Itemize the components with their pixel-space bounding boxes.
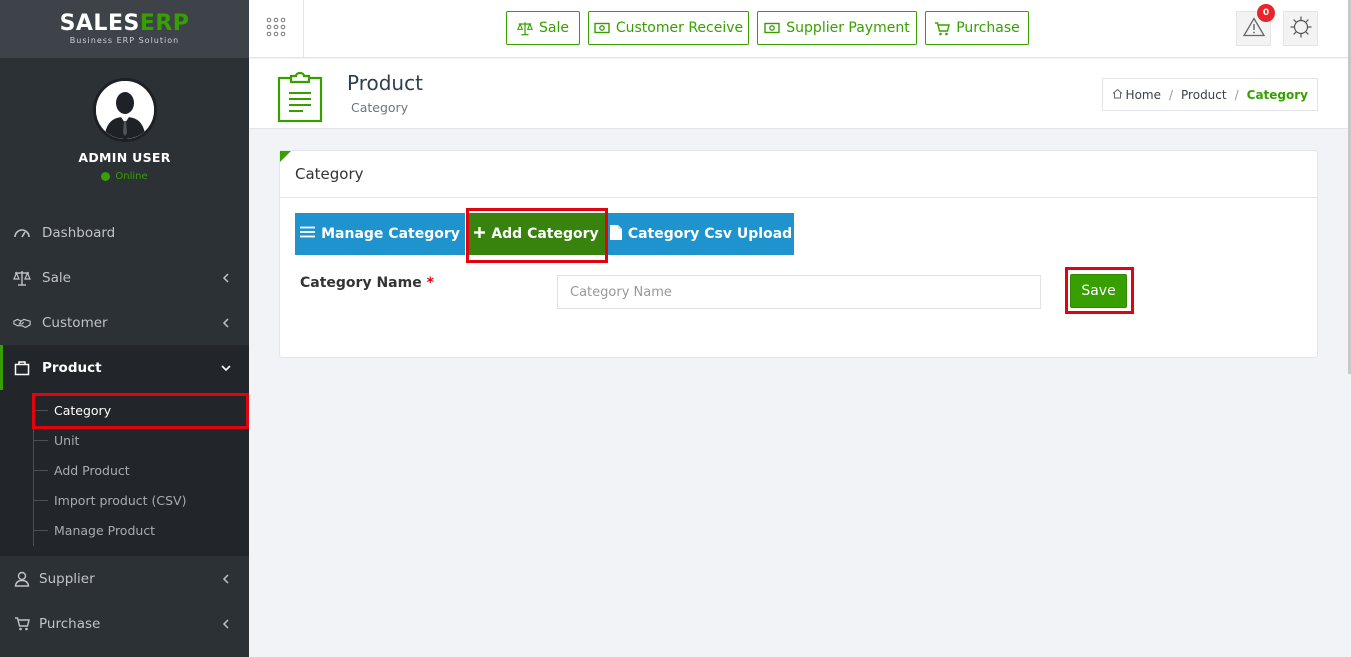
submenu-dash bbox=[34, 530, 48, 531]
submenu-item-manage-product[interactable]: Manage Product bbox=[0, 515, 249, 545]
scale-icon bbox=[517, 20, 533, 36]
quick-customer-receive-button[interactable]: Customer Receive bbox=[588, 11, 749, 45]
page-subtitle: Category bbox=[351, 100, 409, 115]
user-status-label: Online bbox=[115, 171, 148, 182]
chevron-left-icon bbox=[221, 573, 231, 584]
quick-purchase-button[interactable]: Purchase bbox=[925, 11, 1029, 45]
scale-icon bbox=[13, 269, 31, 287]
category-panel: Category Manage Category Add Category Ca… bbox=[279, 150, 1318, 358]
topbar: Sale Customer Receive Supplier Payment P… bbox=[249, 0, 1351, 58]
chevron-left-icon bbox=[221, 317, 231, 328]
sidebar-item-purchase[interactable]: Purchase bbox=[0, 601, 249, 646]
cart-icon bbox=[934, 20, 951, 36]
menu-grid-button[interactable] bbox=[249, 0, 304, 58]
sidebar-item-label: Product bbox=[42, 359, 102, 376]
tab-add-category[interactable]: Add Category bbox=[468, 213, 605, 255]
chevron-down-icon bbox=[221, 363, 231, 373]
panel-heading: Category bbox=[280, 151, 1317, 198]
submenu-dash bbox=[34, 470, 48, 471]
bag-icon bbox=[13, 359, 31, 377]
submenu-item-category[interactable]: Category bbox=[0, 395, 249, 425]
cart-icon bbox=[13, 615, 31, 633]
logo[interactable]: SALESERP Business ERP Solution bbox=[0, 0, 249, 58]
plus-icon bbox=[474, 226, 486, 242]
submenu-item-label: Add Product bbox=[54, 462, 130, 478]
sidebar-item-customer[interactable]: Customer bbox=[0, 300, 249, 345]
money-icon bbox=[764, 20, 780, 36]
tab-label: Add Category bbox=[491, 226, 599, 242]
grid-dots-icon bbox=[265, 16, 287, 42]
submenu-dash bbox=[34, 410, 48, 411]
dashboard-icon bbox=[13, 224, 31, 242]
tab-category-csv-upload[interactable]: Category Csv Upload bbox=[608, 213, 794, 255]
notification-badge: 0 bbox=[1257, 4, 1275, 22]
sidebar: SALESERP Business ERP Solution ADMIN USE… bbox=[0, 0, 249, 657]
quick-button-label: Sale bbox=[539, 20, 569, 36]
submenu-item-label: Unit bbox=[54, 432, 80, 448]
submenu-dash bbox=[34, 440, 48, 441]
logo-tagline: Business ERP Solution bbox=[69, 36, 180, 45]
quick-button-label: Customer Receive bbox=[615, 20, 744, 36]
submenu-item-add-product[interactable]: Add Product bbox=[0, 455, 249, 485]
chevron-left-icon bbox=[221, 618, 231, 629]
user-status: Online bbox=[101, 171, 148, 182]
sidebar-item-label: Supplier bbox=[39, 570, 95, 587]
sidebar-item-sale[interactable]: Sale bbox=[0, 255, 249, 300]
user-panel: ADMIN USER Online bbox=[0, 58, 249, 198]
category-name-label-text: Category Name bbox=[300, 275, 422, 291]
sidebar-item-label: Customer bbox=[42, 314, 108, 331]
category-name-input[interactable] bbox=[557, 275, 1041, 309]
category-name-label: Category Name * bbox=[300, 275, 434, 291]
quick-button-label: Supplier Payment bbox=[786, 20, 910, 36]
quick-supplier-payment-button[interactable]: Supplier Payment bbox=[757, 11, 917, 45]
panel-corner-accent bbox=[280, 151, 291, 162]
tab-manage-category[interactable]: Manage Category bbox=[295, 213, 465, 255]
sidebar-item-label: Sale bbox=[42, 269, 71, 286]
quick-button-label: Purchase bbox=[956, 20, 1020, 36]
settings-button[interactable] bbox=[1283, 11, 1318, 46]
breadcrumb-home[interactable]: Home bbox=[1112, 88, 1161, 102]
breadcrumb-current: Category bbox=[1246, 87, 1308, 102]
breadcrumb-separator: / bbox=[1168, 87, 1174, 102]
tab-label: Manage Category bbox=[321, 226, 460, 242]
submenu-dash bbox=[34, 500, 48, 501]
notification-button[interactable]: 0 bbox=[1236, 4, 1275, 46]
sidebar-item-supplier[interactable]: Supplier bbox=[0, 556, 249, 601]
save-button[interactable]: Save bbox=[1070, 274, 1127, 308]
sidebar-item-product[interactable]: Product bbox=[0, 345, 249, 390]
chevron-left-icon bbox=[221, 272, 231, 283]
page-title: Product bbox=[347, 71, 423, 95]
submenu-item-label: Import product (CSV) bbox=[54, 492, 187, 508]
sidebar-item-dashboard[interactable]: Dashboard bbox=[0, 210, 249, 255]
sidebar-item-label: Dashboard bbox=[42, 224, 116, 241]
page-header: Product Category Home / Product / Catego… bbox=[249, 59, 1351, 129]
submenu-item-label: Category bbox=[54, 402, 112, 418]
logo-text: SALESERP bbox=[59, 11, 190, 36]
handshake-icon bbox=[13, 314, 31, 332]
submenu-item-import-product[interactable]: Import product (CSV) bbox=[0, 485, 249, 515]
quick-sale-button[interactable]: Sale bbox=[506, 11, 580, 45]
breadcrumb-home-label: Home bbox=[1125, 87, 1161, 102]
home-icon bbox=[1112, 88, 1123, 102]
submenu-item-unit[interactable]: Unit bbox=[0, 425, 249, 455]
sidebar-item-label: Purchase bbox=[39, 615, 101, 632]
avatar bbox=[92, 78, 157, 142]
money-icon bbox=[594, 20, 610, 36]
breadcrumb-separator: / bbox=[1234, 87, 1239, 102]
submenu-item-label: Manage Product bbox=[54, 522, 156, 538]
list-icon bbox=[300, 226, 316, 242]
file-icon bbox=[609, 224, 622, 244]
user-name: ADMIN USER bbox=[78, 150, 171, 165]
required-mark: * bbox=[426, 275, 434, 291]
gear-icon bbox=[1289, 15, 1313, 43]
product-submenu: Category Unit Add Product Import product… bbox=[0, 390, 249, 556]
breadcrumb-product[interactable]: Product bbox=[1181, 88, 1227, 102]
breadcrumb: Home / Product / Category bbox=[1101, 78, 1318, 111]
online-dot-icon bbox=[101, 172, 111, 181]
user-icon bbox=[13, 570, 31, 588]
tab-label: Category Csv Upload bbox=[627, 226, 793, 242]
clipboard-icon bbox=[276, 69, 324, 123]
